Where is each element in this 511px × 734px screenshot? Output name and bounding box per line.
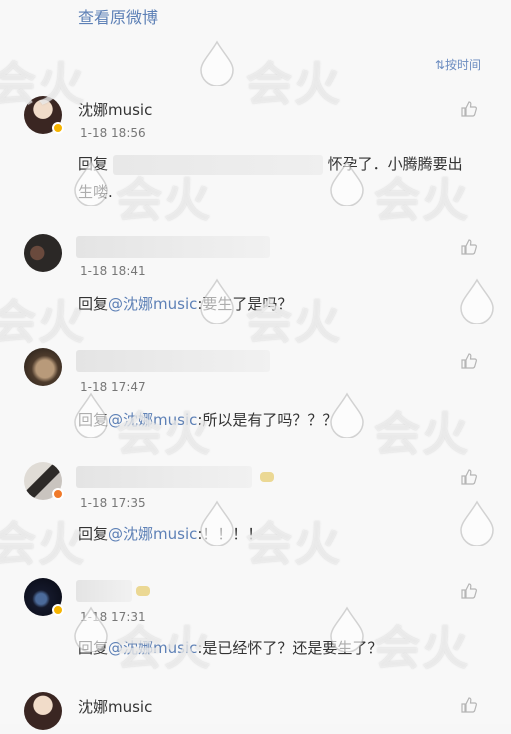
avatar[interactable] bbox=[24, 578, 66, 620]
watermark-drop-icon bbox=[460, 500, 494, 546]
avatar[interactable] bbox=[24, 348, 66, 390]
comment-text: 回复 怀孕了．小腾腾要出 生喽. bbox=[78, 150, 488, 206]
comment-text: 回复@沈娜music:！！！！ bbox=[78, 520, 262, 548]
mention-link[interactable]: @沈娜music bbox=[108, 525, 197, 543]
watermark-text: 会火 bbox=[0, 295, 86, 349]
comment-body: :要生了是吗？ bbox=[197, 295, 293, 313]
member-badge-icon bbox=[136, 586, 150, 596]
comment-time: 1-18 18:56 bbox=[80, 126, 146, 140]
view-original-link[interactable]: 查看原微博 bbox=[78, 4, 158, 28]
verified-badge-icon bbox=[52, 488, 64, 500]
comment-text-line1: 怀孕了．小腾腾要出 bbox=[327, 155, 463, 173]
redacted-username bbox=[76, 350, 270, 372]
verified-badge-icon bbox=[52, 122, 64, 134]
watermark-text: 会火 bbox=[246, 57, 342, 111]
avatar[interactable] bbox=[24, 692, 66, 734]
watermark-text: 会火 bbox=[0, 517, 86, 571]
reply-prefix: 回复 bbox=[78, 155, 109, 173]
comment-body: :是已经怀了？还是要生了？ bbox=[197, 639, 383, 657]
like-icon[interactable] bbox=[460, 468, 478, 486]
reply-prefix: 回复 bbox=[78, 525, 109, 543]
redacted-username bbox=[76, 236, 270, 258]
comment-body: :所以是有了吗？？？ bbox=[197, 411, 338, 429]
comment-text-line2: 生喽. bbox=[78, 183, 113, 201]
sort-label: 按时间 bbox=[444, 58, 481, 72]
comment-time: 1-18 18:41 bbox=[80, 264, 146, 278]
redacted-username bbox=[76, 466, 252, 488]
comment-time: 1-18 17:31 bbox=[80, 610, 146, 624]
member-badge-icon bbox=[260, 472, 274, 482]
comment-text: 回复@沈娜music:所以是有了吗？？？ bbox=[78, 406, 337, 434]
reply-prefix: 回复 bbox=[78, 639, 109, 657]
comments-panel: 查看原微博 ⇅按时间 沈娜music 1-18 18:56 回复 怀孕了．小腾腾… bbox=[0, 0, 511, 730]
verified-badge-icon bbox=[52, 604, 64, 616]
comment-author[interactable]: 沈娜music bbox=[78, 696, 152, 717]
reply-prefix: 回复 bbox=[78, 411, 109, 429]
comment-author[interactable]: 沈娜music bbox=[78, 99, 152, 120]
avatar[interactable] bbox=[24, 234, 66, 276]
watermark-text: 会火 bbox=[374, 621, 470, 675]
comment-text: 回复@沈娜music:是已经怀了？还是要生了？ bbox=[78, 634, 382, 662]
like-icon[interactable] bbox=[460, 582, 478, 600]
like-icon[interactable] bbox=[460, 100, 478, 118]
sort-icon: ⇅ bbox=[434, 58, 445, 72]
watermark-drop-icon bbox=[200, 40, 234, 86]
watermark-text: 会火 bbox=[374, 407, 470, 461]
reply-prefix: 回复 bbox=[78, 295, 109, 313]
sort-by-time-button[interactable]: ⇅按时间 bbox=[435, 56, 481, 73]
watermark-drop-icon bbox=[460, 278, 494, 324]
mention-link[interactable]: @沈娜music bbox=[108, 639, 197, 657]
redacted-username bbox=[76, 580, 132, 602]
avatar[interactable] bbox=[24, 462, 66, 504]
mention-link[interactable]: @沈娜music bbox=[108, 295, 197, 313]
avatar[interactable] bbox=[24, 96, 66, 138]
like-icon[interactable] bbox=[460, 696, 478, 714]
comment-time: 1-18 17:47 bbox=[80, 380, 146, 394]
like-icon[interactable] bbox=[460, 352, 478, 370]
like-icon[interactable] bbox=[460, 238, 478, 256]
comment-body: :！！！！ bbox=[197, 525, 263, 543]
comment-time: 1-18 17:35 bbox=[80, 496, 146, 510]
redacted-text bbox=[112, 154, 323, 175]
mention-link[interactable]: @沈娜music bbox=[108, 411, 197, 429]
comment-text: 回复@沈娜music:要生了是吗？ bbox=[78, 290, 292, 318]
